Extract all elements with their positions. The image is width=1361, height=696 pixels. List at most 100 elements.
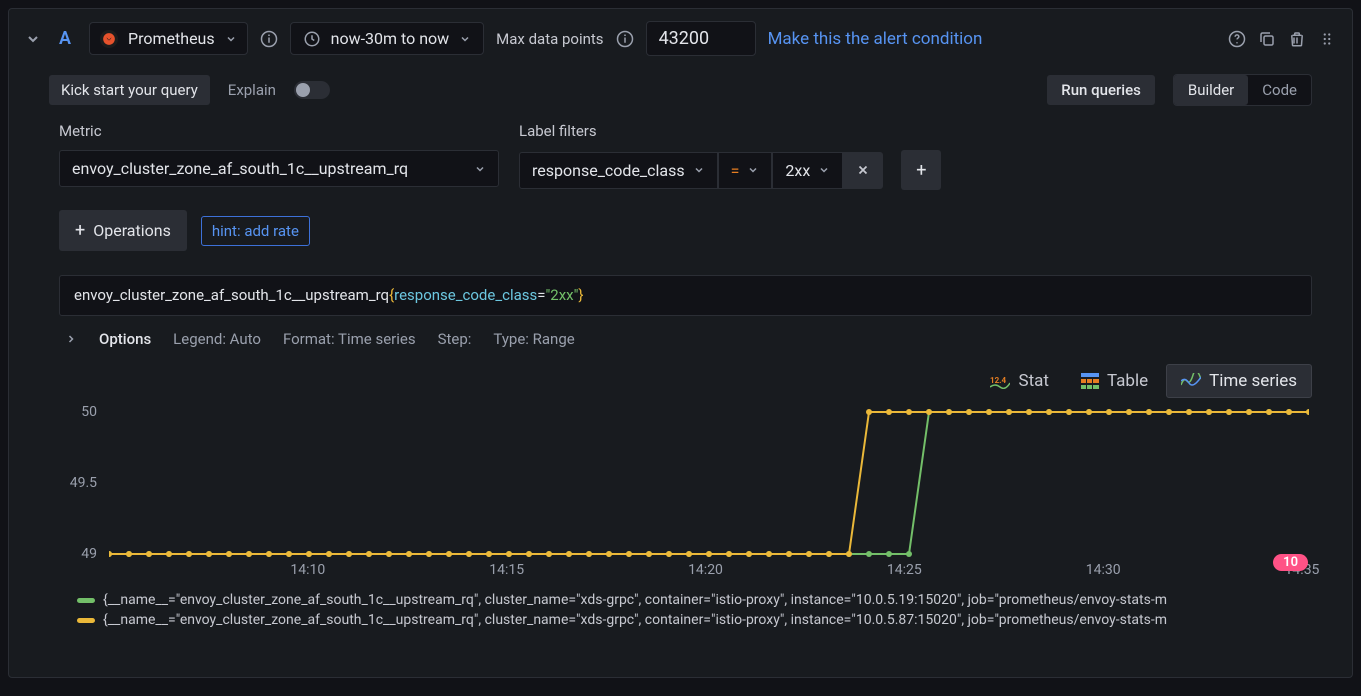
data-point[interactable] — [146, 551, 152, 557]
legend-item[interactable]: {__name__="envoy_cluster_zone_af_south_1… — [77, 610, 1312, 630]
data-point[interactable] — [1246, 409, 1252, 415]
data-point[interactable] — [226, 551, 232, 557]
data-point[interactable] — [666, 551, 672, 557]
explain-toggle[interactable] — [294, 81, 330, 99]
query-letter[interactable]: A — [53, 28, 77, 49]
data-point[interactable] — [506, 551, 512, 557]
data-point[interactable] — [326, 551, 332, 557]
data-point[interactable] — [306, 551, 312, 557]
trash-icon[interactable] — [1288, 30, 1306, 48]
data-point[interactable] — [346, 551, 352, 557]
hint-add-rate[interactable]: hint: add rate — [201, 216, 310, 246]
data-point[interactable] — [646, 551, 652, 557]
drag-handle-icon[interactable] — [1318, 30, 1336, 48]
data-point[interactable] — [886, 551, 892, 557]
data-point[interactable] — [1206, 409, 1212, 415]
data-point[interactable] — [1026, 409, 1032, 415]
data-point[interactable] — [926, 409, 932, 415]
operations-button[interactable]: + Operations — [59, 210, 187, 251]
x-tick-label: 14:25 — [887, 562, 922, 578]
max-data-points-input[interactable] — [646, 21, 756, 56]
make-alert-condition-link[interactable]: Make this the alert condition — [768, 29, 983, 49]
info-icon[interactable] — [260, 30, 278, 48]
data-point[interactable] — [1006, 409, 1012, 415]
data-point[interactable] — [826, 551, 832, 557]
data-point[interactable] — [986, 409, 992, 415]
data-point[interactable] — [746, 551, 752, 557]
svg-text:12.4: 12.4 — [990, 376, 1007, 385]
data-point[interactable] — [1306, 409, 1309, 415]
data-point[interactable] — [1226, 409, 1232, 415]
data-point[interactable] — [1186, 409, 1192, 415]
time-range-picker[interactable]: now-30m to now — [290, 22, 485, 55]
data-point[interactable] — [1286, 409, 1292, 415]
data-point[interactable] — [766, 551, 772, 557]
data-point[interactable] — [186, 551, 192, 557]
info-icon[interactable] — [616, 30, 634, 48]
data-point[interactable] — [386, 551, 392, 557]
copy-icon[interactable] — [1258, 30, 1276, 48]
data-point[interactable] — [526, 551, 532, 557]
filter-key-select[interactable]: response_code_class — [519, 152, 718, 189]
data-point[interactable] — [806, 551, 812, 557]
filter-value-select[interactable]: 2xx — [772, 152, 843, 189]
chevron-down-icon[interactable] — [25, 31, 41, 47]
data-point[interactable] — [606, 551, 612, 557]
data-point[interactable] — [366, 551, 372, 557]
data-point[interactable] — [109, 551, 112, 557]
data-point[interactable] — [1106, 409, 1112, 415]
data-point[interactable] — [246, 551, 252, 557]
data-point[interactable] — [206, 551, 212, 557]
table-view-button[interactable]: Table — [1067, 364, 1162, 398]
stat-view-button[interactable]: 12.4 Stat — [976, 364, 1062, 398]
data-point[interactable] — [266, 551, 272, 557]
data-point[interactable] — [446, 551, 452, 557]
add-filter-button[interactable]: + — [901, 150, 941, 190]
data-point[interactable] — [1066, 409, 1072, 415]
data-point[interactable] — [546, 551, 552, 557]
data-point[interactable] — [786, 551, 792, 557]
time-series-view-button[interactable]: Time series — [1166, 364, 1312, 398]
exemplar-badge[interactable]: 10 — [1273, 554, 1308, 571]
data-point[interactable] — [886, 409, 892, 415]
data-point[interactable] — [466, 551, 472, 557]
datasource-picker[interactable]: Prometheus — [89, 22, 248, 55]
data-point[interactable] — [906, 409, 912, 415]
options-title[interactable]: Options — [99, 330, 151, 348]
legend-item[interactable]: {__name__="envoy_cluster_zone_af_south_1… — [77, 590, 1312, 610]
builder-mode-button[interactable]: Builder — [1174, 75, 1248, 105]
data-point[interactable] — [966, 409, 972, 415]
data-point[interactable] — [626, 551, 632, 557]
data-point[interactable] — [1086, 409, 1092, 415]
data-point[interactable] — [1146, 409, 1152, 415]
data-point[interactable] — [286, 551, 292, 557]
data-point[interactable] — [706, 551, 712, 557]
filter-remove-button[interactable] — [843, 152, 883, 189]
data-point[interactable] — [1126, 409, 1132, 415]
data-point[interactable] — [1166, 409, 1172, 415]
data-point[interactable] — [586, 551, 592, 557]
chevron-right-icon[interactable] — [65, 333, 77, 345]
run-queries-button[interactable]: Run queries — [1047, 75, 1155, 105]
data-point[interactable] — [1046, 409, 1052, 415]
filter-op-select[interactable]: = — [718, 152, 773, 189]
data-point[interactable] — [866, 409, 872, 415]
metric-select[interactable]: envoy_cluster_zone_af_south_1c__upstream… — [59, 150, 499, 187]
kick-start-button[interactable]: Kick start your query — [49, 75, 210, 105]
data-point[interactable] — [426, 551, 432, 557]
help-icon[interactable] — [1228, 30, 1246, 48]
data-point[interactable] — [726, 551, 732, 557]
data-point[interactable] — [906, 551, 912, 557]
plot[interactable] — [109, 408, 1309, 558]
data-point[interactable] — [486, 551, 492, 557]
data-point[interactable] — [846, 551, 852, 557]
data-point[interactable] — [866, 551, 872, 557]
code-mode-button[interactable]: Code — [1248, 75, 1311, 105]
data-point[interactable] — [126, 551, 132, 557]
data-point[interactable] — [166, 551, 172, 557]
data-point[interactable] — [946, 409, 952, 415]
data-point[interactable] — [1266, 409, 1272, 415]
data-point[interactable] — [686, 551, 692, 557]
data-point[interactable] — [566, 551, 572, 557]
data-point[interactable] — [406, 551, 412, 557]
